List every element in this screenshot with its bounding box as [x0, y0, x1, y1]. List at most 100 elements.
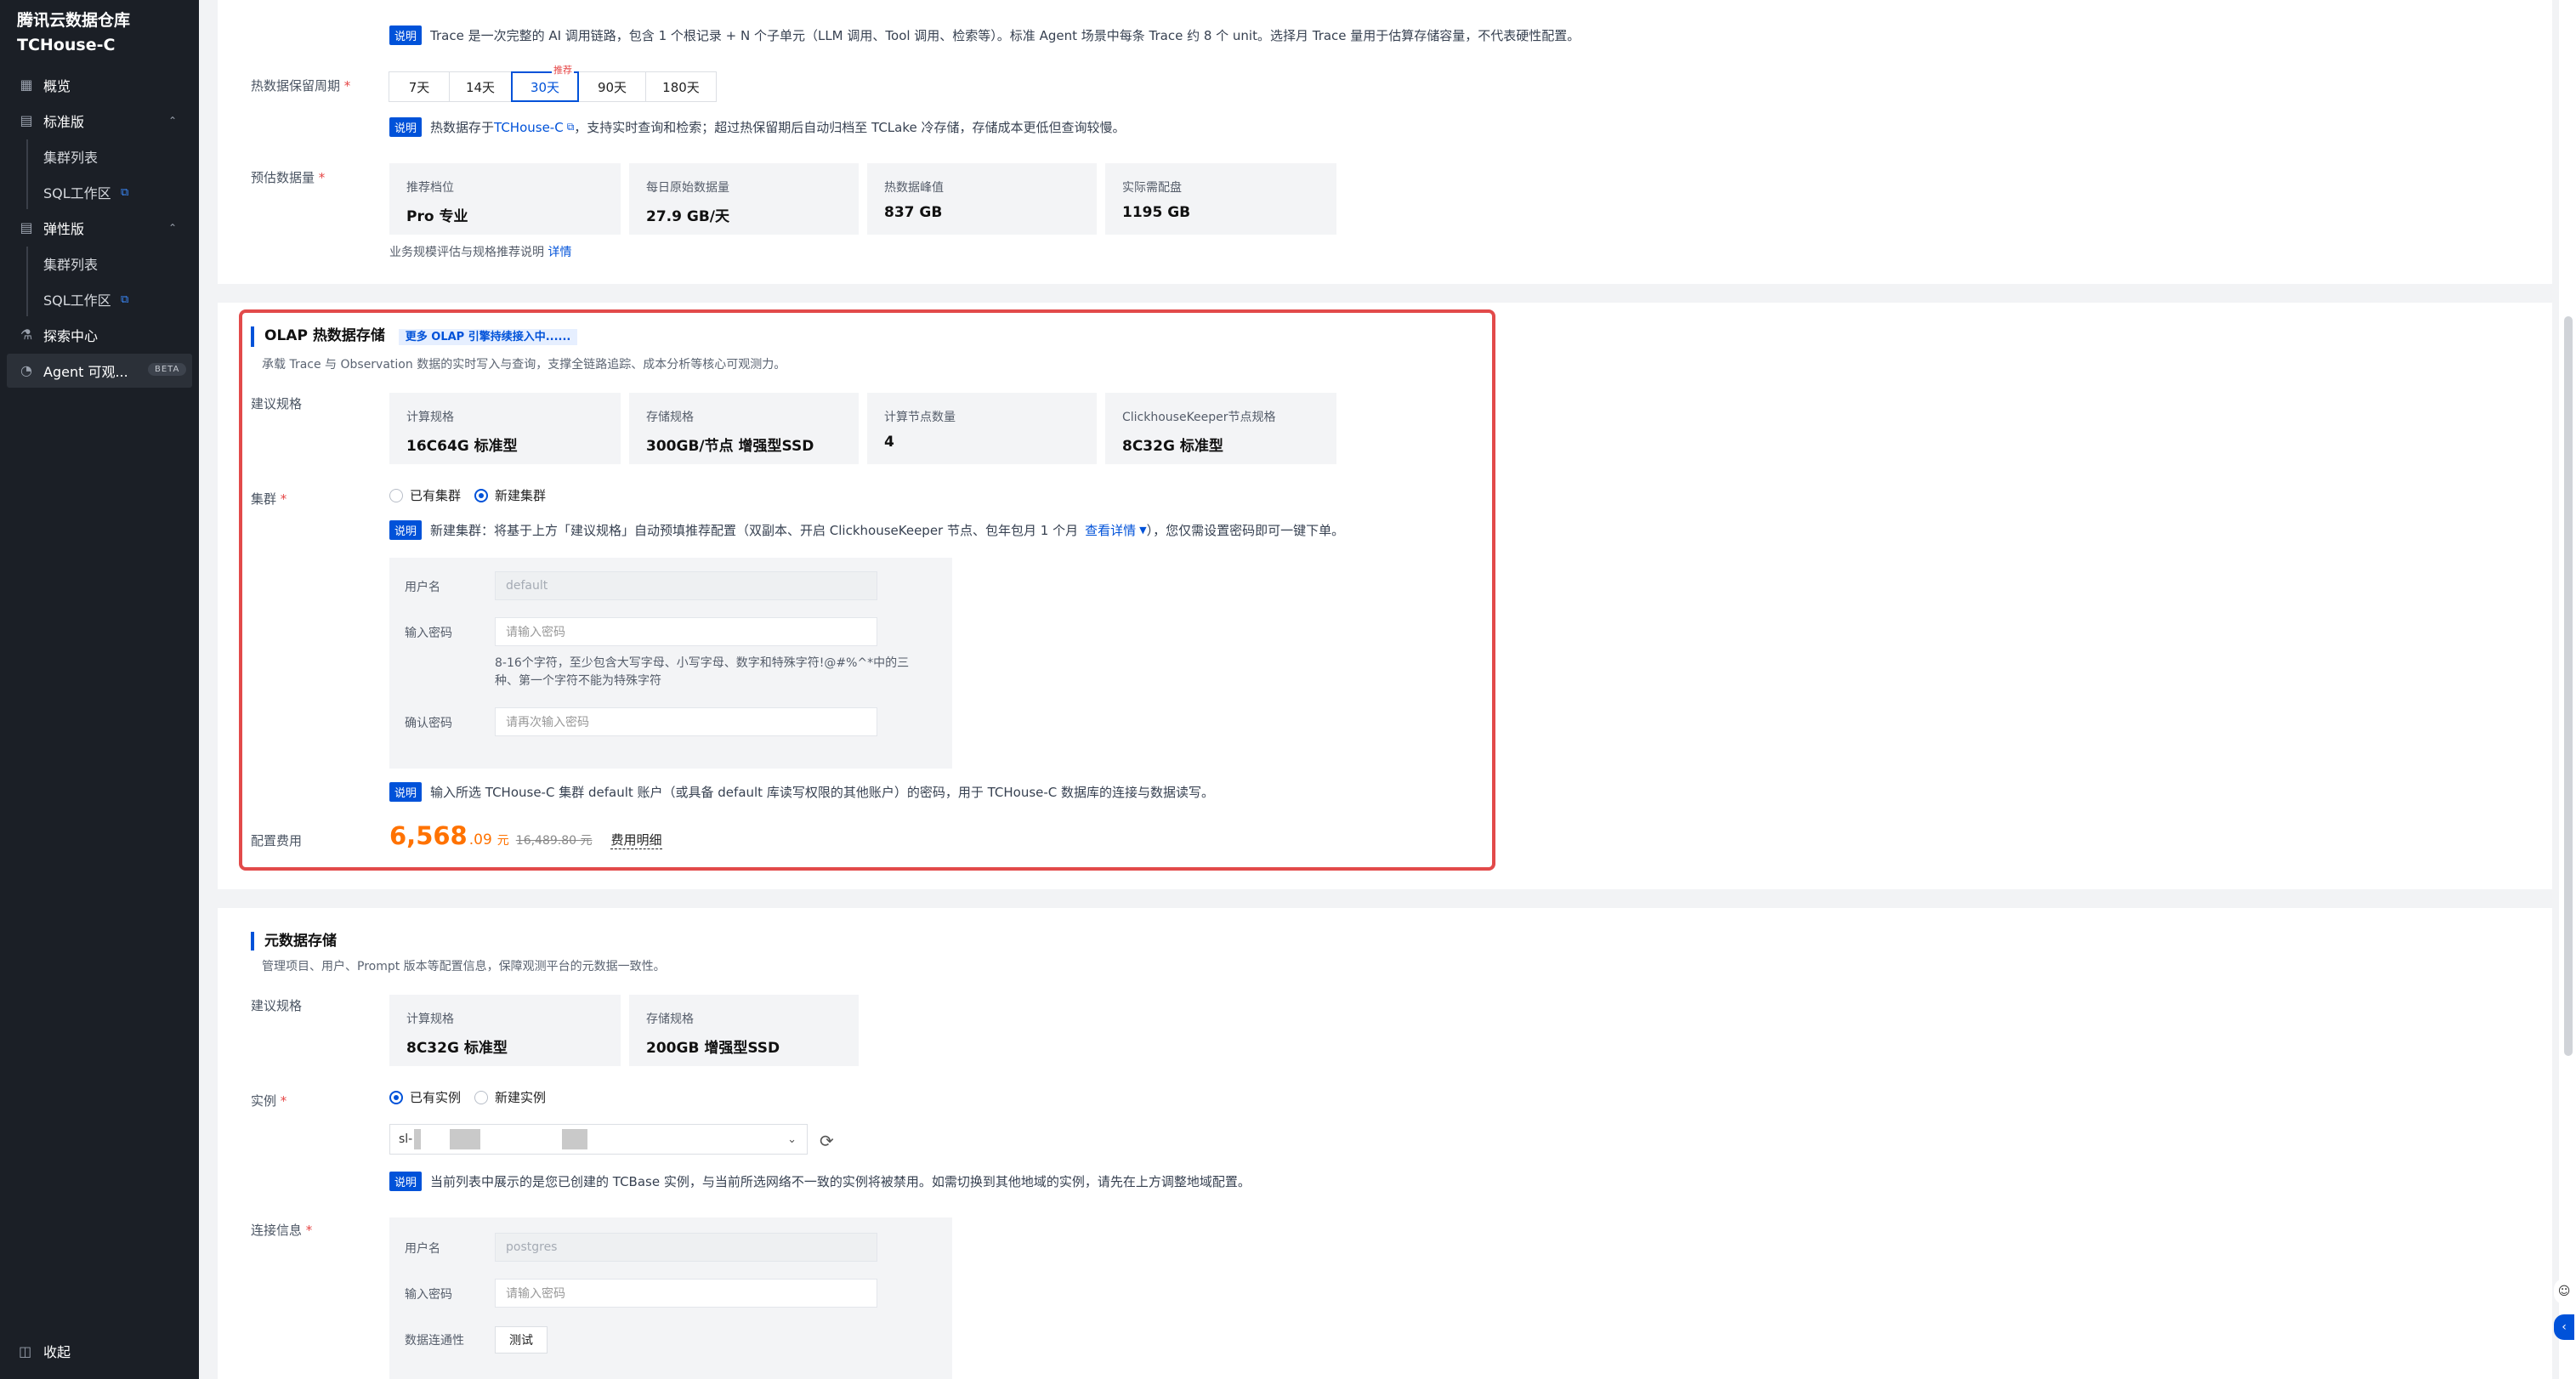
sidebar-item-label: Agent 可观...	[43, 364, 128, 380]
table-icon: ▤	[20, 112, 33, 128]
footnote-text: 业务规模评估与规格推荐说明	[389, 246, 544, 259]
radio-new-instance[interactable]: 新建实例	[474, 1088, 546, 1106]
required-mark: *	[280, 1093, 287, 1109]
meta-password-input[interactable]: 请输入密码	[495, 1279, 877, 1308]
external-link-icon: ⧉	[121, 185, 129, 199]
test-connection-button[interactable]: 测试	[495, 1326, 548, 1353]
spec-key: 存储规格	[646, 1013, 694, 1026]
trace-note: 说明 Trace 是一次完整的 AI 调用链路，包含 1 个根记录 + N 个子…	[389, 26, 1580, 45]
assistant-avatar-icon[interactable]: ☺	[2554, 1279, 2574, 1304]
sidebar-item-label: 弹性版	[43, 221, 85, 237]
chevron-up-icon: ⌃	[168, 115, 178, 127]
note-prefix: 热数据存于	[430, 120, 495, 135]
brand-subtitle: TCHouse-C	[17, 36, 116, 54]
estimate-label-text: 预估数据量	[251, 170, 315, 185]
connection-label: 连接信息 *	[251, 1221, 312, 1239]
note-text: 当前列表中展示的是您已创建的 TCBase 实例，与当前所选网络不一致的实例将被…	[430, 1174, 1251, 1189]
radio-existing-instance[interactable]: 已有实例	[389, 1088, 461, 1106]
tchouse-link[interactable]: TCHouse-C	[494, 120, 564, 135]
required-mark: *	[318, 170, 326, 185]
required-mark: *	[343, 78, 351, 94]
chevron-down-icon: ⌄	[787, 1132, 797, 1146]
retention-option-90d[interactable]: 90天	[578, 71, 646, 102]
radio-circle	[389, 1090, 403, 1104]
meta-spec-label: 建议规格	[251, 998, 303, 1013]
chevron-left-icon[interactable]: ‹	[2554, 1314, 2574, 1340]
instance-select[interactable]: sl- ⌄	[389, 1124, 808, 1155]
details-link[interactable]: 详情	[548, 243, 571, 260]
option-label: 14天	[465, 79, 496, 95]
meta-username-field: postgres	[495, 1233, 877, 1262]
estimate-box-disk: 实际需配盘 1195 GB	[1105, 163, 1336, 235]
estimate-key: 实际需配盘	[1122, 181, 1182, 195]
radio-circle	[474, 1090, 488, 1104]
grid-icon: ▦	[20, 77, 33, 93]
estimate-box-daily: 每日原始数据量 27.9 GB/天	[629, 163, 859, 235]
table-icon: ▤	[20, 219, 33, 236]
estimate-value: 27.9 GB/天	[646, 208, 729, 225]
sidebar-item-standard[interactable]: ▤ 标准版 ⌃	[0, 104, 192, 138]
sidebar-item-overview[interactable]: ▦ 概览	[0, 68, 192, 102]
sidebar-item-label: 集群列表	[43, 150, 99, 166]
note-tag: 说明	[389, 1172, 423, 1191]
estimate-value: 837 GB	[884, 204, 943, 221]
sidebar-item-cluster-list[interactable]: 集群列表	[0, 139, 192, 173]
select-value: sl-	[399, 1132, 413, 1146]
instance-note: 说明 当前列表中展示的是您已创建的 TCBase 实例，与当前所选网络不一致的实…	[389, 1172, 1251, 1191]
agent-icon: ◔	[20, 362, 32, 378]
retention-option-30d[interactable]: 30天 推荐	[511, 63, 579, 102]
collapse-button[interactable]: ◫ 收起	[0, 1338, 199, 1364]
chevron-up-icon: ⌃	[168, 222, 178, 234]
instance-label-text: 实例	[251, 1093, 277, 1109]
required-mark: *	[305, 1223, 313, 1238]
redacted-block	[562, 1129, 588, 1149]
sidebar-item-agent[interactable]: ◔ Agent 可观... BETA	[7, 354, 192, 388]
meta-description: 管理项目、用户、Prompt 版本等配置信息，保障观测平台的元数据一致性。	[262, 960, 666, 973]
retention-option-14d[interactable]: 14天	[449, 71, 512, 102]
brand: 腾讯云数据仓库 TCHouse-C	[17, 9, 130, 58]
scroll-thumb[interactable]	[2564, 316, 2573, 1056]
instance-label: 实例 *	[251, 1092, 287, 1109]
note-tag: 说明	[389, 117, 423, 137]
spec-value: 200GB 增强型SSD	[646, 1040, 780, 1057]
estimate-key: 热数据峰值	[884, 181, 944, 195]
sidebar-item-label: 概览	[43, 78, 71, 94]
redacted-block	[414, 1129, 422, 1149]
meta-spec-box-compute: 计算规格 8C32G 标准型	[389, 995, 621, 1066]
radio-label: 已有实例	[410, 1090, 462, 1105]
beta-badge: BETA	[148, 363, 187, 376]
spec-key: 计算规格	[406, 1013, 454, 1026]
option-label: 180天	[662, 79, 700, 95]
username-label: 用户名	[405, 1242, 440, 1256]
scrollbar[interactable]	[2559, 0, 2576, 1379]
highlight-box	[239, 309, 1495, 871]
meta-title: 元数据存储	[251, 932, 337, 951]
external-link-icon: ⧉	[566, 121, 575, 133]
retention-option-180d[interactable]: 180天	[645, 71, 717, 102]
sidebar-item-explore[interactable]: ⚗ 探索中心	[0, 318, 192, 352]
note-text: Trace 是一次完整的 AI 调用链路，包含 1 个根记录 + N 个子单元（…	[430, 28, 1580, 43]
retention-selector: 7天 14天 30天 推荐 90天 180天	[389, 63, 717, 102]
sidebar-item-sql-workspace[interactable]: SQL工作区 ⧉	[0, 175, 192, 209]
retention-option-7d[interactable]: 7天	[389, 71, 450, 102]
collapse-icon: ◫	[19, 1342, 32, 1359]
note-tag: 说明	[389, 26, 423, 45]
refresh-icon[interactable]: ⟳	[820, 1131, 834, 1151]
redacted-block	[450, 1129, 481, 1149]
estimate-box-peak: 热数据峰值 837 GB	[867, 163, 1097, 235]
recommend-badge: 推荐	[552, 63, 574, 77]
sidebar-item-elastic[interactable]: ▤ 弹性版 ⌃	[0, 211, 192, 245]
estimate-box-tier: 推荐档位 Pro 专业	[389, 163, 621, 235]
estimate-value: 1195 GB	[1122, 204, 1191, 221]
estimate-value: Pro 专业	[406, 208, 468, 225]
estimate-label: 预估数据量 *	[251, 168, 325, 186]
sidebar-item-sql-workspace-elastic[interactable]: SQL工作区 ⧉	[0, 282, 192, 316]
sidebar-item-cluster-list-elastic[interactable]: 集群列表	[0, 247, 192, 281]
estimate-footnote: 业务规模评估与规格推荐说明 详情	[389, 243, 571, 260]
spec-value: 8C32G 标准型	[406, 1040, 508, 1057]
retention-note: 说明 热数据存于 TCHouse-C ⧉ ，支持实时查询和检索；超过热保留期后自…	[389, 117, 1126, 137]
connection-label-text: 连接信息	[251, 1223, 303, 1238]
meta-credentials-panel: 用户名 postgres 输入密码 请输入密码 数据连通性 测试	[389, 1217, 952, 1379]
estimate-key: 推荐档位	[406, 181, 454, 195]
meta-spec-box-storage: 存储规格 200GB 增强型SSD	[629, 995, 859, 1066]
